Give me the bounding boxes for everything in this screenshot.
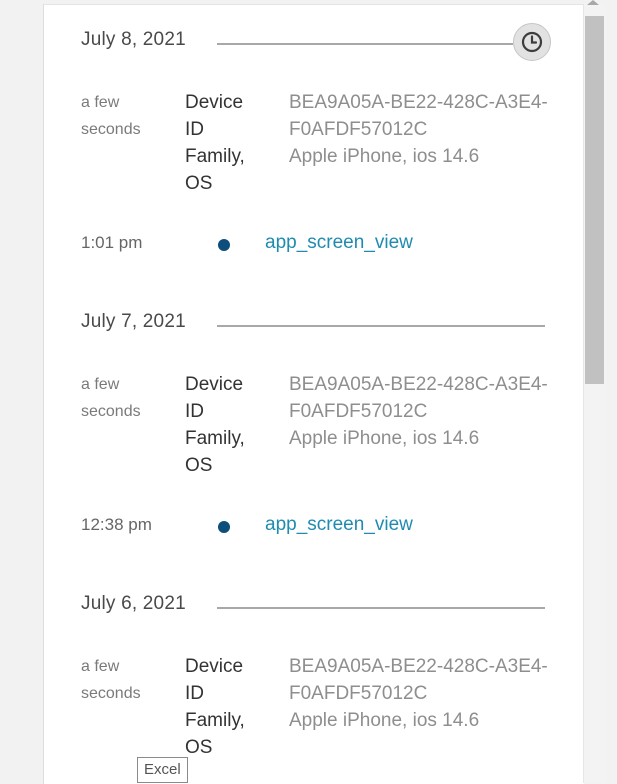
relative-time-line: seconds bbox=[81, 403, 141, 420]
history-button[interactable] bbox=[513, 23, 551, 61]
day-date: July 8, 2021 bbox=[81, 29, 186, 50]
session-info: a few seconds Device ID Family, OS BEA9A… bbox=[81, 371, 581, 481]
label-family: Family, bbox=[185, 710, 245, 731]
session-values: BEA9A05A-BE22-428C-A3E4- F0AFDF57012C Ap… bbox=[289, 371, 589, 452]
label-id: ID bbox=[185, 401, 204, 422]
session-relative-time: a few seconds bbox=[81, 653, 171, 707]
day-header: July 8, 2021 bbox=[81, 23, 551, 61]
day-divider bbox=[217, 43, 513, 45]
session-labels: Device ID Family, OS bbox=[185, 89, 285, 197]
relative-time-line: a few bbox=[81, 376, 120, 393]
relative-time-line: a few bbox=[81, 94, 120, 111]
scroll-up-arrow-icon[interactable] bbox=[587, 0, 599, 5]
excel-tooltip: Excel bbox=[137, 757, 188, 783]
session-labels: Device ID Family, OS bbox=[185, 653, 285, 761]
day-date: July 6, 2021 bbox=[81, 593, 186, 614]
day-date: July 7, 2021 bbox=[81, 311, 186, 332]
relative-time-line: a few bbox=[81, 658, 120, 675]
label-id: ID bbox=[185, 683, 204, 704]
label-device: Device bbox=[185, 656, 244, 677]
event-dot-icon bbox=[218, 521, 230, 533]
event-link[interactable]: app_screen_view bbox=[265, 514, 413, 536]
event-time: 1:01 pm bbox=[81, 233, 143, 252]
device-id-value: BEA9A05A-BE22-428C-A3E4- bbox=[289, 92, 548, 113]
relative-time-line: seconds bbox=[81, 121, 141, 138]
event-row: 12:38 pm app_screen_view bbox=[81, 514, 561, 541]
session-relative-time: a few seconds bbox=[81, 89, 171, 143]
device-id-value: F0AFDF57012C bbox=[289, 401, 428, 422]
device-id-value: BEA9A05A-BE22-428C-A3E4- bbox=[289, 374, 548, 395]
session-values: BEA9A05A-BE22-428C-A3E4- F0AFDF57012C Ap… bbox=[289, 89, 589, 170]
session-info: a few seconds Device ID Family, OS BEA9A… bbox=[81, 653, 581, 763]
event-row: 1:01 pm app_screen_view bbox=[81, 232, 561, 259]
label-os: OS bbox=[185, 455, 213, 476]
label-os: OS bbox=[185, 173, 213, 194]
family-os-value: Apple iPhone, ios 14.6 bbox=[289, 146, 480, 167]
family-os-value: Apple iPhone, ios 14.6 bbox=[289, 710, 480, 731]
device-id-value: F0AFDF57012C bbox=[289, 119, 428, 140]
day-divider bbox=[217, 607, 545, 609]
label-family: Family, bbox=[185, 428, 245, 449]
session-relative-time: a few seconds bbox=[81, 371, 171, 425]
label-device: Device bbox=[185, 374, 244, 395]
session-info: a few seconds Device ID Family, OS BEA9A… bbox=[81, 89, 581, 199]
device-id-value: BEA9A05A-BE22-428C-A3E4- bbox=[289, 656, 548, 677]
day-divider bbox=[217, 325, 545, 327]
label-device: Device bbox=[185, 92, 244, 113]
device-id-value: F0AFDF57012C bbox=[289, 683, 428, 704]
event-link[interactable]: app_screen_view bbox=[265, 232, 413, 254]
session-values: BEA9A05A-BE22-428C-A3E4- F0AFDF57012C Ap… bbox=[289, 653, 589, 734]
event-time: 12:38 pm bbox=[81, 515, 152, 534]
relative-time-line: seconds bbox=[81, 685, 141, 702]
day-header: July 7, 2021 bbox=[81, 311, 551, 339]
label-id: ID bbox=[185, 119, 204, 140]
scrollbar-thumb[interactable] bbox=[585, 16, 604, 384]
day-header: July 6, 2021 bbox=[81, 593, 551, 621]
label-family: Family, bbox=[185, 146, 245, 167]
label-os: OS bbox=[185, 737, 213, 758]
family-os-value: Apple iPhone, ios 14.6 bbox=[289, 428, 480, 449]
clock-icon bbox=[521, 31, 543, 53]
session-labels: Device ID Family, OS bbox=[185, 371, 285, 479]
viewport: July 8, 2021 a few seconds Device ID Fam… bbox=[0, 0, 617, 784]
event-dot-icon bbox=[218, 239, 230, 251]
